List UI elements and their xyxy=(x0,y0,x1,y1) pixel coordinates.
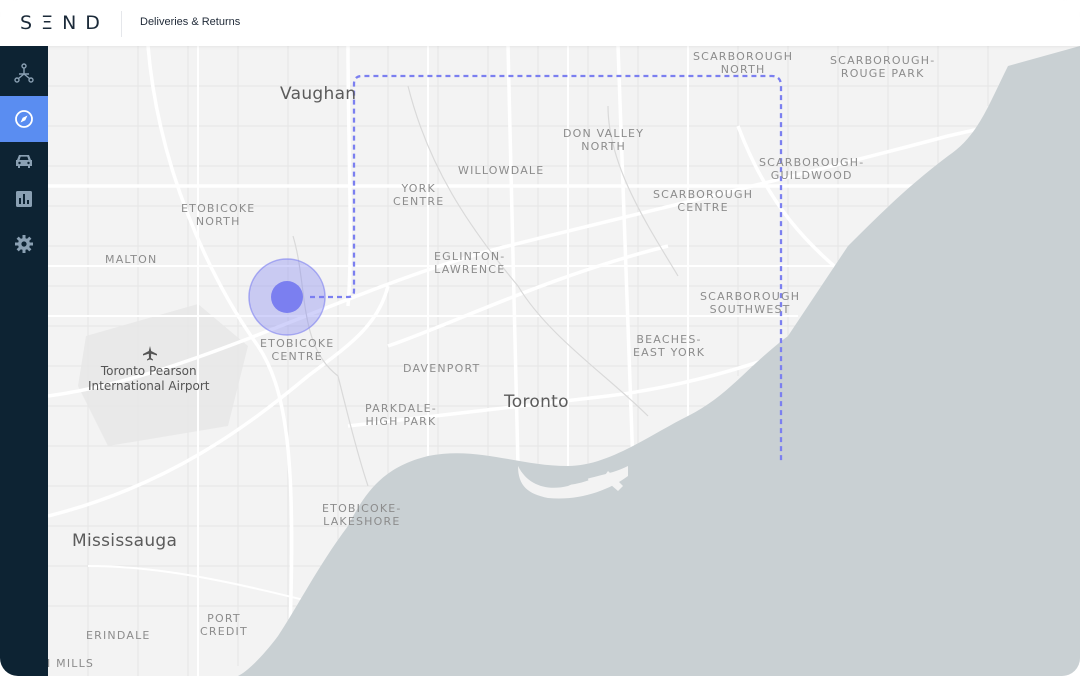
area-label-scarborough-rouge-park: SCARBOROUGH- ROUGE PARK xyxy=(830,54,936,80)
bar-chart-icon xyxy=(16,191,32,207)
sidebar-item-analytics[interactable] xyxy=(0,176,48,222)
area-label-york-centre: YORK CENTRE xyxy=(393,182,445,208)
route-nodes-icon xyxy=(14,63,34,83)
app-window: SΞND Deliveries & Returns SCARBOROUGH NO… xyxy=(0,0,1080,676)
area-label-etobicoke-lakeshore: ETOBICOKE- LAKESHORE xyxy=(322,502,402,528)
location-marker[interactable] xyxy=(271,281,303,313)
header-divider xyxy=(121,11,122,37)
send-logo[interactable]: SΞND xyxy=(20,11,109,35)
page-title: Deliveries & Returns xyxy=(140,16,241,28)
sidebar xyxy=(0,46,48,676)
city-label-toronto: Toronto xyxy=(504,392,569,412)
area-label-willowdale: WILLOWDALE xyxy=(458,164,545,177)
car-icon xyxy=(16,155,32,168)
compass-icon xyxy=(15,110,33,128)
area-label-scarborough-guildwood: SCARBOROUGH- GUILDWOOD xyxy=(759,156,865,182)
area-label-parkdale-high-park: PARKDALE- HIGH PARK xyxy=(365,402,437,428)
sidebar-item-routes[interactable] xyxy=(0,50,48,96)
area-label-mills: N MILLS xyxy=(48,657,95,670)
area-label-davenport: DAVENPORT xyxy=(403,362,481,375)
map-canvas[interactable]: SCARBOROUGH NORTH SCARBOROUGH- ROUGE PAR… xyxy=(48,46,1080,676)
poi-label-airport: Toronto Pearson International Airport xyxy=(88,364,210,393)
area-label-scarborough-centre: SCARBOROUGH CENTRE xyxy=(653,188,754,214)
city-label-vaughan: Vaughan xyxy=(280,84,357,104)
top-bar: SΞND Deliveries & Returns xyxy=(0,0,1080,46)
area-label-eglinton-lawrence: EGLINTON- LAWRENCE xyxy=(434,250,506,276)
area-label-scarborough-north: SCARBOROUGH NORTH xyxy=(693,50,794,76)
area-label-etobicoke-north: ETOBICOKE NORTH xyxy=(181,202,256,228)
city-label-mississauga: Mississauga xyxy=(72,531,178,551)
area-label-malton: MALTON xyxy=(105,253,158,266)
area-label-erindale: ERINDALE xyxy=(86,629,151,642)
area-label-don-valley-north: DON VALLEY NORTH xyxy=(563,127,645,153)
area-label-beaches-east-york: BEACHES- EAST YORK xyxy=(633,333,706,359)
gear-icon xyxy=(15,235,33,253)
area-label-scarborough-southwest: SCARBOROUGH SOUTHWEST xyxy=(700,290,801,316)
area-label-port-credit: PORT CREDIT xyxy=(200,612,248,638)
area-label-etobicoke-centre: ETOBICOKE CENTRE xyxy=(260,337,335,363)
sidebar-item-settings[interactable] xyxy=(0,221,48,267)
sidebar-item-explore[interactable] xyxy=(0,96,48,142)
